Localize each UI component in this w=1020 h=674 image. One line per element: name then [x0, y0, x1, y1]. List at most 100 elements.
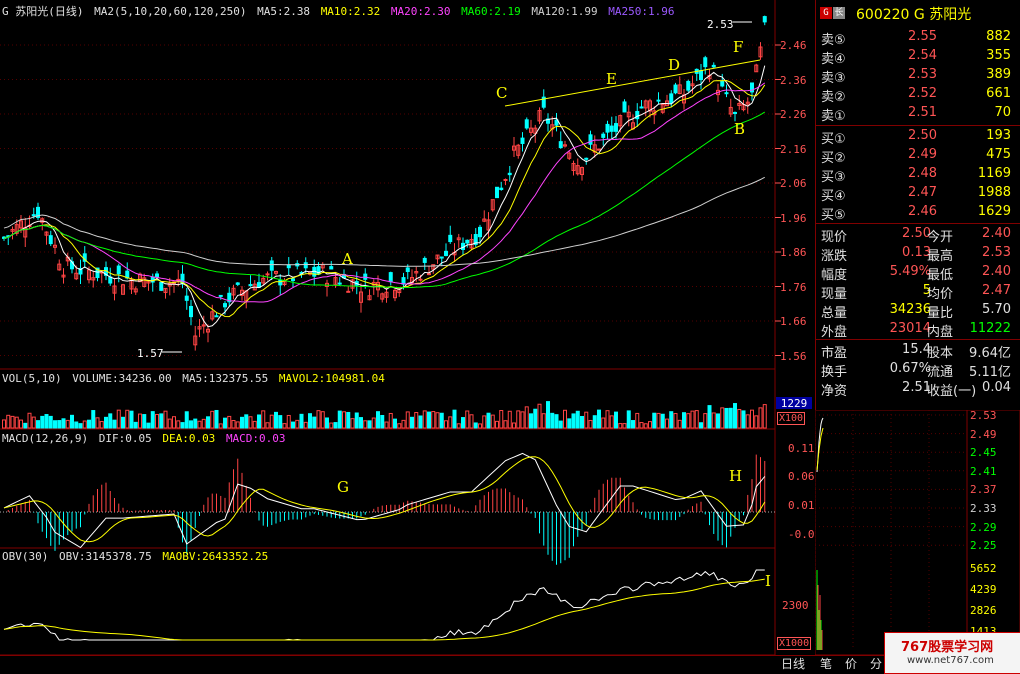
tab-bi[interactable]: 笔	[820, 655, 832, 672]
intraday-price-tick: 2.53	[970, 409, 997, 422]
volume-bar	[163, 410, 168, 429]
candle-body	[278, 279, 283, 286]
candle-body	[524, 119, 529, 129]
bid-row[interactable]: 买① 2.50 193	[819, 128, 1015, 147]
volume-bar	[87, 419, 91, 429]
price-tick: 2.06	[780, 177, 807, 190]
volume-bar	[367, 420, 372, 429]
ask-volume: 661	[986, 86, 1011, 101]
stat-value: 23014	[889, 321, 931, 336]
obv-axis-unit: X1000	[777, 637, 812, 650]
fund-value: 15.4	[902, 342, 931, 357]
volume-bar	[482, 415, 487, 429]
volume-bar	[286, 414, 291, 429]
volume-bar	[99, 421, 104, 429]
intraday-vol-tick: 2826	[970, 604, 997, 617]
maobv-value: MAOBV:2643352.25	[162, 550, 269, 563]
ask-row[interactable]: 卖④ 2.54 355	[819, 48, 1015, 67]
ask-label: 卖④	[821, 52, 846, 67]
stat-value: 2.40	[982, 264, 1011, 279]
bid-row[interactable]: 买③ 2.48 1169	[819, 166, 1015, 185]
volume-bar	[656, 412, 661, 429]
volume-bar	[741, 410, 746, 429]
volume-bar	[431, 411, 436, 429]
stat-value: 2.47	[982, 283, 1011, 298]
stat-row: 幅度 5.49% 最低 2.40	[819, 264, 1015, 283]
candle-body	[265, 273, 270, 276]
intraday-price-tick: 2.45	[970, 446, 997, 460]
stat-label: 今开	[927, 230, 954, 245]
ask-row[interactable]: 卖⑤ 2.55 882	[819, 29, 1015, 48]
tab-fen[interactable]: 分	[870, 655, 882, 672]
volume-bar	[53, 420, 57, 429]
stat-value: 34236	[889, 302, 931, 317]
fund-label: 收益(一)	[927, 384, 977, 399]
fundamental-row: 换手 0.67% 流通 5.11亿	[819, 361, 1015, 380]
ask-row[interactable]: 卖② 2.52 661	[819, 86, 1015, 105]
volume-bar	[529, 413, 533, 429]
candle-body	[673, 84, 678, 94]
volume-bar	[720, 407, 725, 429]
price-tick: 1.86	[780, 246, 807, 259]
bid-row[interactable]: 买⑤ 2.46 1629	[819, 204, 1015, 223]
stock-header[interactable]: 600220 G 苏阳光	[856, 4, 971, 24]
ask-label: 卖①	[821, 109, 846, 124]
volume-bar	[473, 422, 478, 429]
volume-bar	[74, 421, 79, 429]
volume-bar	[524, 406, 529, 429]
volume-bar	[397, 423, 402, 429]
volume-bar	[388, 412, 393, 429]
volume-bar	[456, 423, 461, 429]
candle-body	[155, 273, 159, 278]
volume-bar	[184, 411, 189, 429]
volume-bar	[125, 409, 130, 429]
ask-volume: 389	[986, 67, 1011, 82]
candle-body	[703, 57, 708, 68]
intraday-price-tick: 2.49	[970, 427, 997, 441]
candle-body	[329, 266, 334, 270]
macd-tick: 0.01	[788, 499, 815, 512]
volume-bar	[121, 416, 125, 429]
volume-bar	[452, 409, 457, 429]
intraday-price-tick: 2.29	[970, 520, 997, 534]
volume-bar	[104, 416, 108, 429]
bid-row[interactable]: 买④ 2.47 1988	[819, 185, 1015, 204]
volume-bar	[558, 420, 563, 429]
ma120-label: MA120:1.99	[531, 5, 598, 18]
candle-body	[439, 256, 444, 259]
volume-bar	[299, 413, 304, 429]
tab-daily[interactable]: 日线	[781, 655, 805, 672]
volume-bar	[129, 410, 134, 429]
ask-row[interactable]: 卖① 2.51 70	[819, 105, 1015, 124]
volume-bar	[252, 420, 257, 429]
bid-volume: 475	[986, 147, 1011, 162]
obv-value: OBV:3145378.75	[58, 550, 152, 563]
candle-body	[699, 70, 703, 81]
tab-jia[interactable]: 价	[845, 655, 857, 672]
volume-bar	[218, 423, 223, 429]
stat-value: 5	[922, 283, 931, 298]
fundamental-row: 市盈 15.4 股本 9.64亿	[819, 342, 1015, 361]
candle-body	[248, 284, 253, 287]
volume-bar	[2, 419, 6, 429]
volume-bar	[269, 414, 274, 429]
volume-bar	[150, 411, 155, 429]
ask-label: 卖②	[821, 90, 846, 105]
volume-bar	[14, 416, 19, 429]
volume-bar	[503, 420, 508, 429]
ma10-label: MA10:2.32	[320, 5, 381, 18]
volume-bar	[707, 405, 712, 429]
candle-body	[444, 250, 448, 257]
bid-row[interactable]: 买② 2.49 475	[819, 147, 1015, 166]
volume-bar	[427, 411, 431, 429]
ma-title: MA2(5,10,20,60,120,250)	[94, 5, 247, 18]
stock-flag-icon: G长	[820, 5, 848, 19]
ask-row[interactable]: 卖③ 2.53 389	[819, 67, 1015, 86]
candle-body	[639, 106, 644, 109]
volume-bar	[210, 410, 215, 429]
vol-mavol2: MAVOL2:104981.04	[278, 372, 385, 385]
volume-bar	[91, 410, 96, 429]
divider	[815, 223, 1020, 224]
candle-body	[588, 134, 593, 145]
volume-bar	[240, 416, 244, 429]
